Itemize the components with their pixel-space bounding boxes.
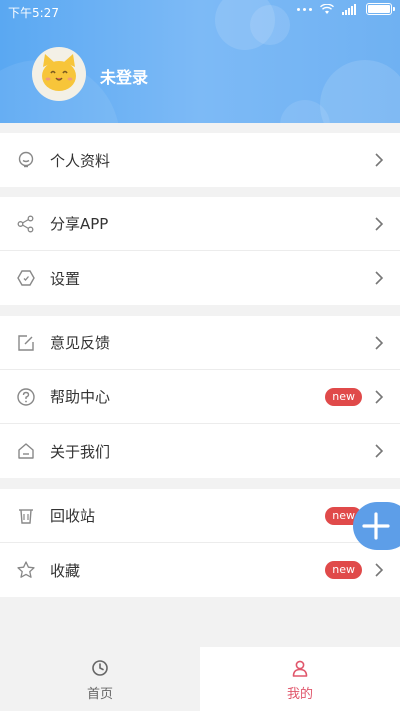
menu-item-label: 收藏 (50, 561, 81, 580)
plus-icon (362, 512, 390, 540)
profile-icon (18, 151, 34, 168)
profile-header: 下午5:27 未登录 (0, 0, 400, 123)
login-status[interactable]: 未登录 (100, 64, 148, 88)
battery-icon (366, 3, 395, 15)
new-badge: new (325, 561, 362, 579)
tab-mine[interactable]: 我的 (200, 647, 400, 711)
chevron-right-icon (375, 217, 384, 231)
menu-item-label: 回收站 (50, 507, 96, 525)
bottom-tab-bar: 首页 我的 (0, 647, 400, 711)
menu-item-feedback[interactable]: 意见反馈 (0, 316, 400, 370)
menu-group-storage: 回收站 new 收藏 new (0, 489, 400, 597)
new-badge: new (325, 388, 362, 406)
menu-item-profile[interactable]: 个人资料 (0, 133, 400, 187)
menu-item-trash[interactable]: 回收站 new (0, 489, 400, 543)
wifi-icon (320, 3, 334, 14)
chevron-right-icon (375, 153, 384, 167)
settings-icon (17, 270, 35, 286)
menu-item-about[interactable]: 关于我们 (0, 424, 400, 478)
menu-group-profile: 个人资料 (0, 133, 400, 187)
menu-item-label: 关于我们 (50, 442, 111, 461)
share-icon (17, 215, 34, 233)
menu-item-label: 分享APP (50, 215, 109, 233)
signal-icon (342, 3, 356, 15)
menu-item-label: 个人资料 (50, 151, 111, 170)
more-dots-icon (297, 7, 312, 11)
about-icon (18, 443, 34, 459)
chevron-right-icon (375, 336, 384, 350)
menu-item-label: 设置 (50, 269, 81, 288)
menu-item-label: 意见反馈 (50, 334, 111, 352)
feedback-icon (18, 335, 34, 351)
add-button[interactable] (353, 502, 400, 550)
clock-icon (92, 660, 108, 676)
tab-label: 首页 (86, 687, 113, 702)
menu-item-help[interactable]: 帮助中心 new (0, 370, 400, 424)
avatar[interactable] (32, 47, 86, 101)
menu-item-settings[interactable]: 设置 (0, 251, 400, 305)
menu-group-support: 意见反馈 帮助中心 new 关于我们 (0, 316, 400, 478)
menu-item-share[interactable]: 分享APP (0, 197, 400, 251)
user-icon (292, 660, 308, 677)
chevron-right-icon (375, 390, 384, 404)
status-time: 下午5:27 (8, 6, 59, 20)
menu-item-favorites[interactable]: 收藏 new (0, 543, 400, 597)
chevron-right-icon (375, 271, 384, 285)
tab-label: 我的 (286, 687, 313, 702)
trash-icon (19, 509, 33, 524)
status-bar: 下午5:27 (0, 0, 400, 22)
chevron-right-icon (375, 444, 384, 458)
menu-item-label: 帮助中心 (50, 388, 111, 406)
cat-avatar-icon (42, 54, 76, 91)
menu-group-app: 分享APP 设置 (0, 197, 400, 305)
help-icon (17, 388, 35, 406)
star-icon (17, 561, 35, 578)
chevron-right-icon (375, 563, 384, 577)
tab-home[interactable]: 首页 (0, 647, 200, 711)
